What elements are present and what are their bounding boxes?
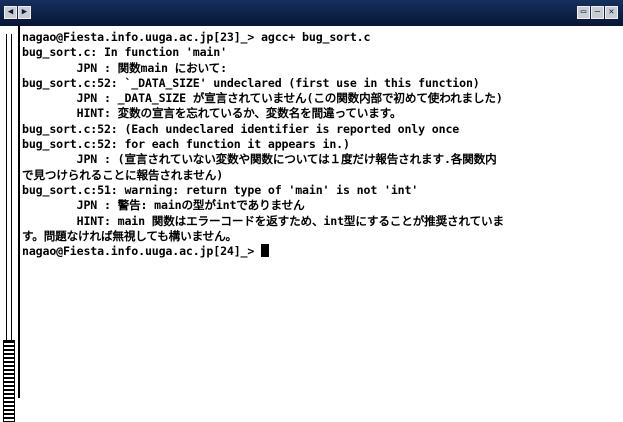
scroll-thumb[interactable] bbox=[3, 340, 15, 422]
terminal-line: bug_sort.c:52: `_DATA_SIZE' undeclared (… bbox=[22, 75, 480, 90]
terminal-line: JPN : (宣言されていない変数や関数については１度だけ報告されます.各関数内 bbox=[22, 152, 497, 167]
terminal-line: bug_sort.c: In function 'main' bbox=[22, 45, 227, 60]
close-button[interactable]: ✕ bbox=[605, 6, 618, 19]
terminal-window: ◀ ▶ ▭ — ✕ nagao@Fiesta.info.uuga.ac.jp[2… bbox=[0, 0, 623, 422]
terminal-line: bug_sort.c:52: (Each undeclared identifi… bbox=[22, 121, 460, 136]
terminal-line: nagao@Fiesta.info.uuga.ac.jp[23]_> agcc+… bbox=[22, 30, 371, 44]
restore-button[interactable]: ▭ bbox=[577, 6, 590, 19]
terminal-line: HINT: 変数の宣言を忘れているか、変数名を間違っています。 bbox=[22, 106, 402, 121]
scroll-right-icon[interactable]: ▶ bbox=[18, 6, 31, 19]
terminal-line: で見つけられることに報告されません) bbox=[22, 167, 224, 182]
title-bar[interactable]: ◀ ▶ ▭ — ✕ bbox=[0, 0, 623, 26]
window-title bbox=[180, 6, 440, 20]
prompt-line[interactable]: nagao@Fiesta.info.uuga.ac.jp[24]_> bbox=[22, 244, 620, 259]
scroll-left-icon[interactable]: ◀ bbox=[4, 6, 17, 19]
terminal-line: JPN : _DATA_SIZE が宣言されていません(この関数内部で初めて使わ… bbox=[22, 91, 503, 106]
vertical-scrollbar[interactable] bbox=[0, 26, 20, 422]
text-cursor bbox=[261, 244, 270, 258]
terminal-line: bug_sort.c:52: for each function it appe… bbox=[22, 137, 350, 152]
minimize-button[interactable]: — bbox=[591, 6, 604, 19]
terminal-line: JPN : 関数main において: bbox=[22, 60, 227, 75]
shell-prompt: nagao@Fiesta.info.uuga.ac.jp[24]_> bbox=[22, 244, 262, 259]
terminal-line: bug_sort.c:51: warning: return type of '… bbox=[22, 182, 419, 197]
terminal-line: す。問題なければ無視しても構いません。 bbox=[22, 228, 237, 243]
terminal-line: JPN : 警告: mainの型がintでありません bbox=[22, 198, 305, 213]
terminal-line: HINT: main 関数はエラーコードを返すため、int型にすることが推奨され… bbox=[22, 213, 504, 228]
terminal-output[interactable]: nagao@Fiesta.info.uuga.ac.jp[23]_> agcc+… bbox=[22, 30, 620, 396]
